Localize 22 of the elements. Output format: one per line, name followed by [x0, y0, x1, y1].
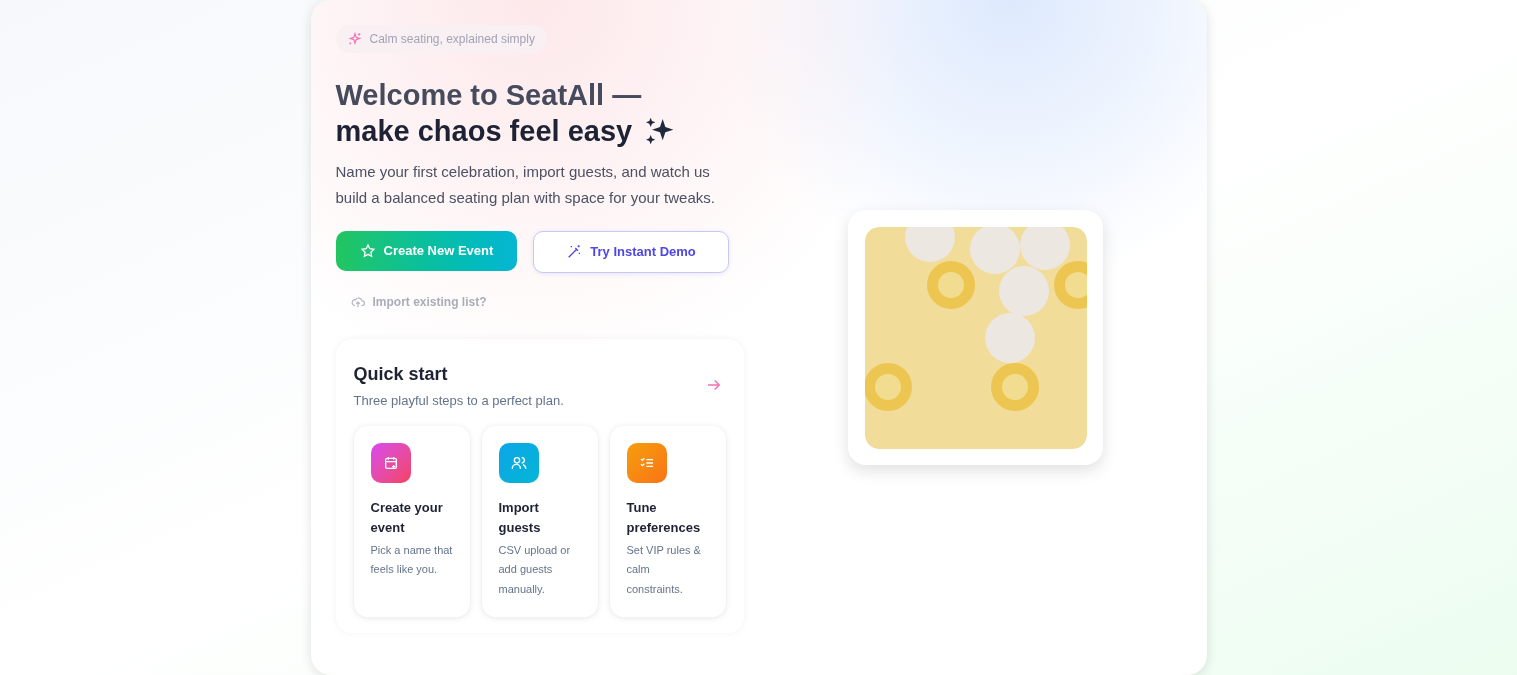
cloud-upload-icon: [350, 295, 365, 309]
step-card[interactable]: Create your event Pick a name that feels like you.: [353, 425, 470, 617]
card-subtitle: Three playful steps to a perfect plan.: [353, 392, 564, 410]
step-card[interactable]: Import guests CSV upload or add guests manually.: [481, 425, 598, 617]
step-title: Tune preferences: [626, 498, 702, 537]
step-description: CSV upload or add guests manually.: [498, 542, 572, 597]
step-title: Import guests: [498, 498, 542, 537]
sparkle-icon: [347, 32, 362, 46]
heading-line: make chaos feel easy: [335, 114, 633, 149]
calendar-plus-icon: [382, 454, 399, 471]
magic-wand-icon: [566, 244, 583, 260]
heading-line: Welcome to SeatAll —: [335, 78, 643, 113]
step-description: Set VIP rules & calm constraints.: [626, 542, 702, 597]
people-icon: [510, 454, 527, 471]
step-card[interactable]: Tune preferences Set VIP rules & calm constraints.: [609, 425, 726, 617]
intro-paragraph: Name your first celebration, import guests, and watch us build a balanced seating plan with space for your tweaks.: [335, 162, 716, 208]
demo-button[interactable]: Try Instant Demo: [533, 231, 729, 273]
star-icon: [359, 243, 376, 259]
card-title: Quick start: [353, 363, 449, 386]
step-description: Pick a name that feels like you.: [370, 542, 453, 577]
tagline-badge: Calm seating, explained simply: [335, 25, 547, 53]
step-title: Create your event: [370, 498, 444, 537]
